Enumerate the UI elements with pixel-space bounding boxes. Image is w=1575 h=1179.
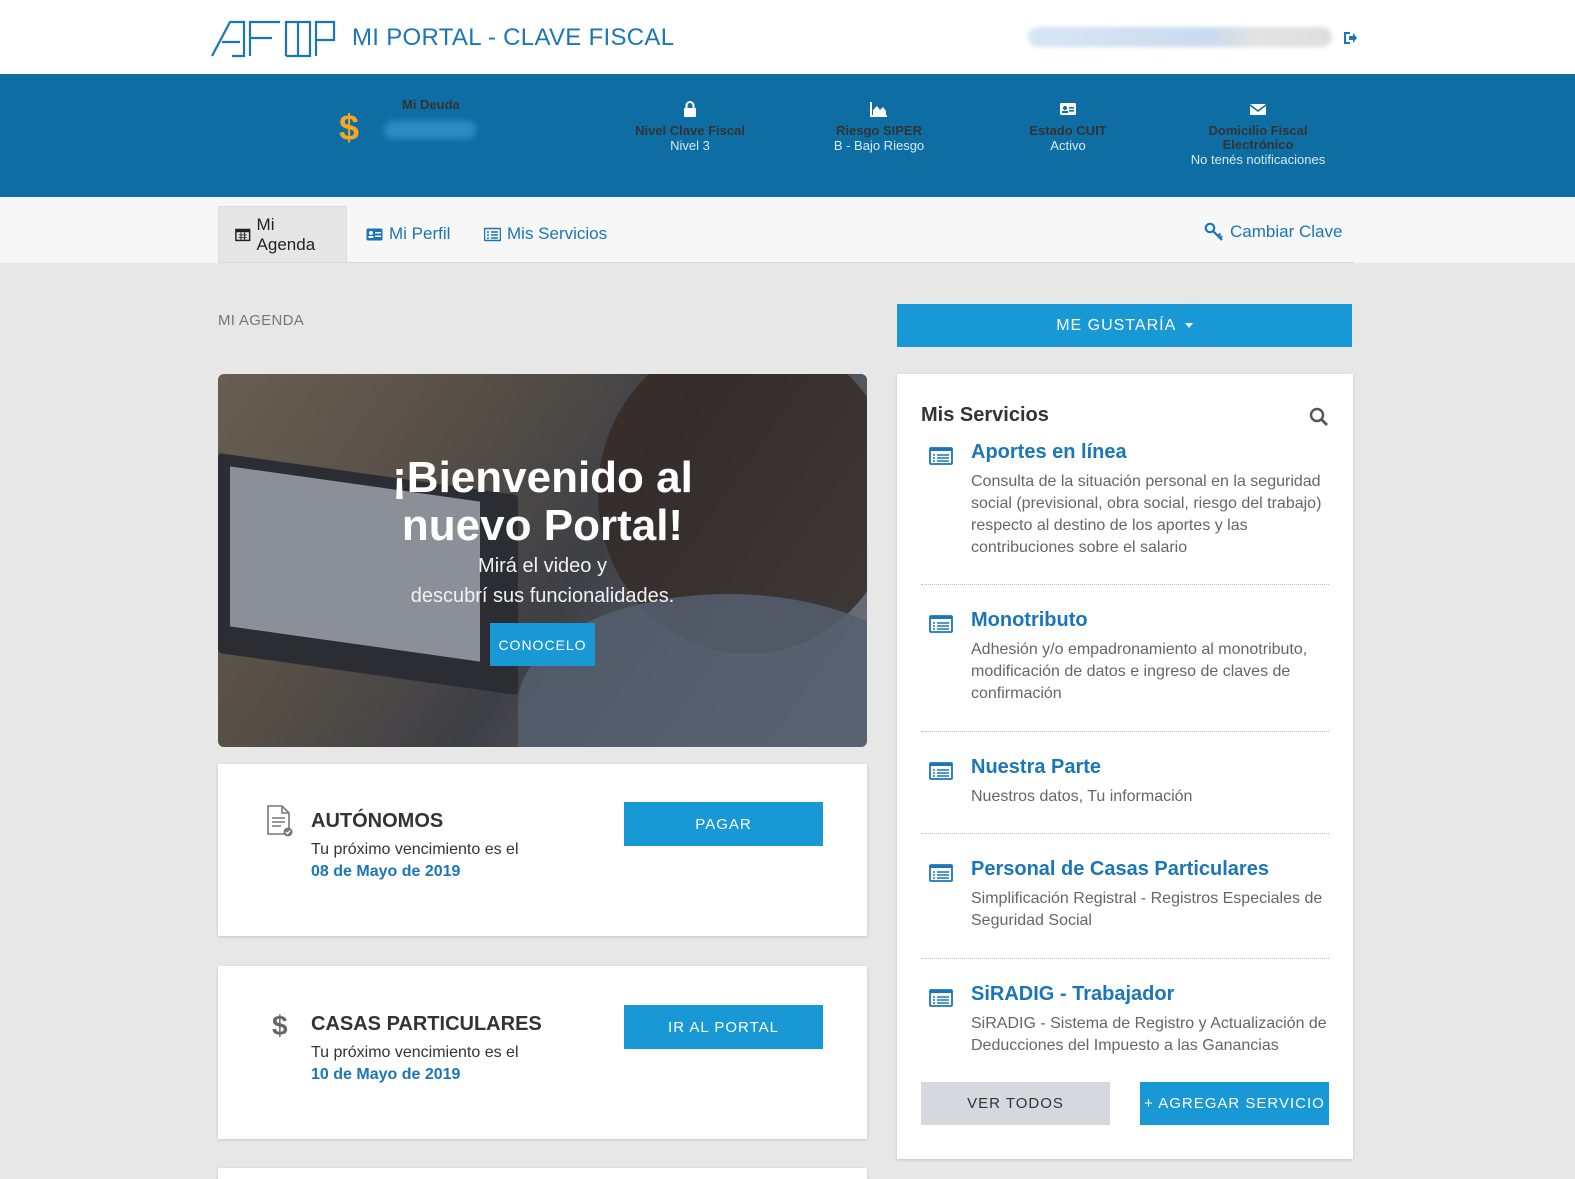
caret-down-icon [1184,322,1193,328]
card-text: Tu próximo vencimiento es el [311,1044,519,1061]
area-chart-icon [870,102,887,117]
search-icon[interactable] [1309,407,1329,427]
calendar-icon [235,228,251,242]
stat-value: Activo [1050,138,1086,153]
me-gustaria-dropdown[interactable]: ME GUSTARÍA [897,304,1352,347]
stat-value: Nivel 3 [670,138,710,153]
divider [921,731,1329,732]
dollar-icon: $ [272,1010,288,1041]
pagar-button[interactable]: PAGAR [624,802,823,846]
stat-riesgo-siper: Riesgo SIPER B - Bajo Riesgo [794,100,964,154]
mis-servicios-panel: Mis Servicios Aportes en línea Consulta … [897,374,1353,1159]
service-title[interactable]: Personal de Casas Particulares [971,858,1269,881]
deuda-amount-blurred[interactable] [384,121,476,139]
logout-icon[interactable] [1342,30,1358,46]
service-title[interactable]: Monotributo [971,609,1088,632]
list-icon [929,762,953,780]
banner-title: ¡Bienvenido al nuevo Portal! [218,454,867,550]
key-icon [1204,222,1223,241]
banner-title-line: nuevo Portal! [401,501,684,550]
list-icon [929,447,953,465]
lock-icon [684,101,696,117]
id-card-icon [366,228,383,240]
afip-logo[interactable] [210,20,336,58]
divider [921,833,1329,834]
top-header: MI PORTAL - CLAVE FISCAL [0,0,1575,74]
service-description: Consulta de la situación personal en la … [971,473,1322,556]
dollar-icon: $ [339,107,360,148]
card-date: 08 de Mayo de 2019 [311,863,461,880]
ver-todos-button[interactable]: VER TODOS [921,1082,1110,1125]
list-icon [929,615,953,633]
banner-subtitle-line: Mirá el video y [478,555,607,577]
me-gustaria-label: ME GUSTARÍA [1056,316,1176,334]
card-title: CASAS PARTICULARES [311,1013,542,1035]
tab-mi-perfil[interactable]: Mi Perfil [350,206,466,262]
service-description: Simplificación Registral - Registros Esp… [971,890,1323,929]
agenda-card-casas-particulares: $ CASAS PARTICULARES Tu próximo vencimie… [218,966,867,1139]
service-title[interactable]: Aportes en línea [971,441,1127,464]
envelope-icon [1249,104,1267,115]
tab-mi-agenda[interactable]: Mi Agenda [218,206,347,262]
agenda-card-autonomos: AUTÓNOMOS Tu próximo vencimiento es el 0… [218,764,867,936]
service-description: SiRADIG - Sistema de Registro y Actualiz… [971,1015,1327,1054]
user-name-blurred[interactable] [1028,27,1332,47]
stat-nivel-clave: Nivel Clave Fiscal Nivel 3 [605,100,775,154]
stat-domicilio-fiscal[interactable]: Domicilio Fiscal Electrónico No tenés no… [1173,100,1343,168]
stat-value: No tenés notificaciones [1190,152,1326,167]
service-description: Adhesión y/o empadronamiento al monotrib… [971,641,1308,702]
service-description: Nuestros datos, Tu información [971,788,1193,805]
cambiar-clave-label: Cambiar Clave [1230,222,1343,241]
stat-value: B - Bajo Riesgo [833,138,925,153]
divider [921,584,1329,585]
card-title: AUTÓNOMOS [311,810,444,832]
banner-subtitle-line: descubrí sus funcionalidades. [410,585,675,607]
panel-title: Mis Servicios [921,404,1049,426]
cambiar-clave-link[interactable]: Cambiar Clave [1204,222,1342,242]
service-title[interactable]: SiRADIG - Trabajador [971,983,1174,1006]
card-text: Tu próximo vencimiento es el [311,841,519,858]
banner-subtitle: Mirá el video y descubrí sus funcionalid… [218,551,867,611]
service-title[interactable]: Nuestra Parte [971,756,1101,779]
document-check-icon [267,805,293,837]
ir-al-portal-button[interactable]: IR AL PORTAL [624,1005,823,1049]
conocelo-button[interactable]: CONOCELO [490,623,595,666]
agenda-card-partial [218,1168,867,1179]
tab-divider [218,262,1354,263]
agregar-servicio-button[interactable]: + AGREGAR SERVICIO [1140,1082,1329,1125]
tab-label: Mi Perfil [389,224,451,243]
stat-estado-cuit: Estado CUIT Activo [983,100,1153,154]
stat-title: Estado CUIT [1029,123,1107,138]
portal-title: MI PORTAL - CLAVE FISCAL [352,24,675,51]
banner-title-line: ¡Bienvenido al [392,453,693,502]
list-icon [484,227,501,241]
list-icon [929,989,953,1007]
stat-title: Riesgo SIPER [836,123,922,138]
stat-title: Nivel Clave Fiscal [635,123,745,138]
tab-mis-servicios[interactable]: Mis Servicios [468,206,623,262]
stat-title: Domicilio Fiscal Electrónico [1208,123,1308,152]
section-title: MI AGENDA [218,312,305,329]
tab-label: Mi Agenda [256,214,316,254]
list-icon [929,864,953,882]
divider [921,958,1329,959]
welcome-banner: ¡Bienvenido al nuevo Portal! Mirá el vid… [218,374,867,747]
id-card-icon [1060,103,1076,115]
card-date: 10 de Mayo de 2019 [311,1066,461,1083]
tab-label: Mis Servicios [507,224,608,243]
mi-deuda-label: Mi Deuda [402,97,460,112]
